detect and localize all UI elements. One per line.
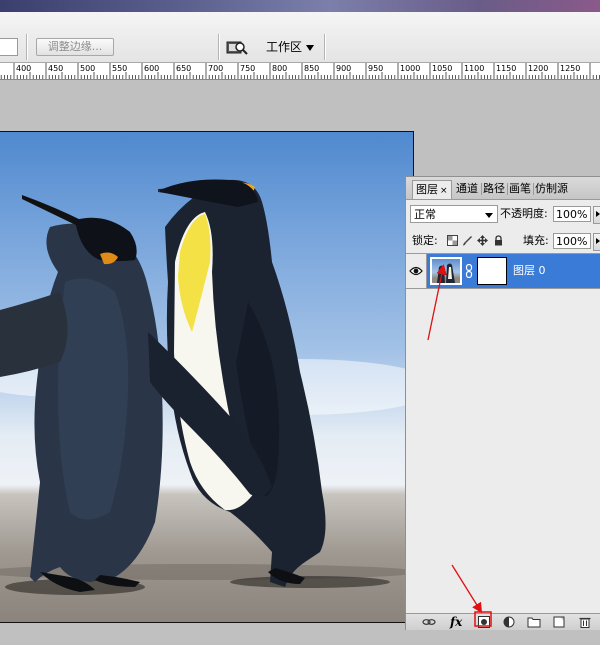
adjustment-layer-icon[interactable] <box>503 616 517 628</box>
ruler-tick-label: 1050 <box>432 64 452 73</box>
tab-brushes[interactable]: 画笔 <box>506 180 534 198</box>
layer-thumbnail-image <box>437 263 455 283</box>
tab-clone-source[interactable]: 仿制源 <box>532 180 571 198</box>
horizontal-ruler[interactable]: 400 450 500 550 600 650 700 750 800 850 900 950 1000… <box>0 63 600 80</box>
link-layers-icon[interactable] <box>422 616 436 628</box>
ruler-tick-label: 1100 <box>464 64 484 73</box>
layer-mask-thumbnail[interactable] <box>477 257 507 285</box>
new-layer-icon[interactable] <box>552 616 566 628</box>
ruler-tick-label: 750 <box>240 64 255 73</box>
blend-mode-select[interactable]: 正常 <box>410 205 498 223</box>
new-group-icon[interactable] <box>527 616 541 628</box>
trash-icon[interactable] <box>578 616 592 628</box>
blend-mode-value: 正常 <box>414 208 436 221</box>
layer-name[interactable]: 图层 0 <box>513 263 546 279</box>
eye-icon <box>409 266 423 276</box>
tab-paths[interactable]: 路径 <box>480 180 508 198</box>
workspace-menu[interactable]: 工作区 <box>266 39 302 55</box>
ruler-tick-label: 850 <box>304 64 319 73</box>
tab-layers-label: 图层 <box>416 183 438 196</box>
document-canvas[interactable] <box>0 131 414 623</box>
fill-stepper[interactable] <box>593 233 600 251</box>
ruler-tick-label: 600 <box>144 64 159 73</box>
ruler-tick-label: 700 <box>208 64 223 73</box>
feather-input[interactable] <box>0 38 18 56</box>
ruler-tick-label: 1200 <box>528 64 548 73</box>
add-mask-icon[interactable] <box>477 616 491 628</box>
panel-tab-bar: 图层 × 通道 路径 画笔 仿制源 <box>406 177 600 200</box>
zoom-workspace-icon[interactable] <box>226 38 248 56</box>
ruler-tick-label: 650 <box>176 64 191 73</box>
lock-brush-icon[interactable] <box>462 235 473 246</box>
opacity-stepper[interactable] <box>593 206 600 224</box>
tab-channels[interactable]: 通道 <box>453 180 481 198</box>
ruler-tick-label: 400 <box>16 64 31 73</box>
fill-label: 填充: <box>523 234 549 247</box>
lock-label: 锁定: <box>412 234 438 247</box>
fill-input[interactable]: 100% <box>553 233 591 249</box>
opacity-label: 不透明度: <box>500 207 548 220</box>
layer-thumbnail[interactable] <box>430 257 462 285</box>
ruler-tick-label: 800 <box>272 64 287 73</box>
toolbar-separator <box>218 34 220 60</box>
lock-all-icon[interactable] <box>493 235 504 246</box>
ruler-tick-label: 450 <box>48 64 63 73</box>
refine-edge-button[interactable]: 调整边缘... <box>36 38 114 56</box>
chevron-down-icon[interactable] <box>306 45 314 51</box>
close-icon[interactable]: × <box>440 186 448 196</box>
panel-bottom-bar: fx <box>406 613 600 630</box>
ruler-tick-label: 900 <box>336 64 351 73</box>
ruler-tick-label: 1250 <box>560 64 580 73</box>
visibility-toggle[interactable] <box>406 254 427 288</box>
chevron-down-icon <box>485 213 493 218</box>
layers-panel: 图层 × 通道 路径 画笔 仿制源 正常 不透明度: 100% 锁定: 填充: 1… <box>405 176 600 630</box>
ruler-tick-label: 1150 <box>496 64 516 73</box>
penguins-photo <box>0 179 413 595</box>
toolbar-separator <box>26 34 28 60</box>
layer-row[interactable]: 图层 0 <box>406 253 600 289</box>
lock-move-icon[interactable] <box>477 235 488 246</box>
lock-transparent-icon[interactable] <box>447 235 458 246</box>
chain-link-icon[interactable] <box>465 264 473 278</box>
toolbar-separator <box>324 34 326 60</box>
ruler-tick-label: 550 <box>112 64 127 73</box>
opacity-input[interactable]: 100% <box>553 206 591 222</box>
ruler-tick-label: 1000 <box>400 64 420 73</box>
ruler-tick-label: 950 <box>368 64 383 73</box>
window-title-bar <box>0 0 600 12</box>
options-bar: 调整边缘... 工作区 <box>0 12 600 63</box>
ruler-tick-label: 500 <box>80 64 95 73</box>
fx-icon[interactable]: fx <box>450 614 462 630</box>
tab-layers[interactable]: 图层 × <box>412 180 452 199</box>
